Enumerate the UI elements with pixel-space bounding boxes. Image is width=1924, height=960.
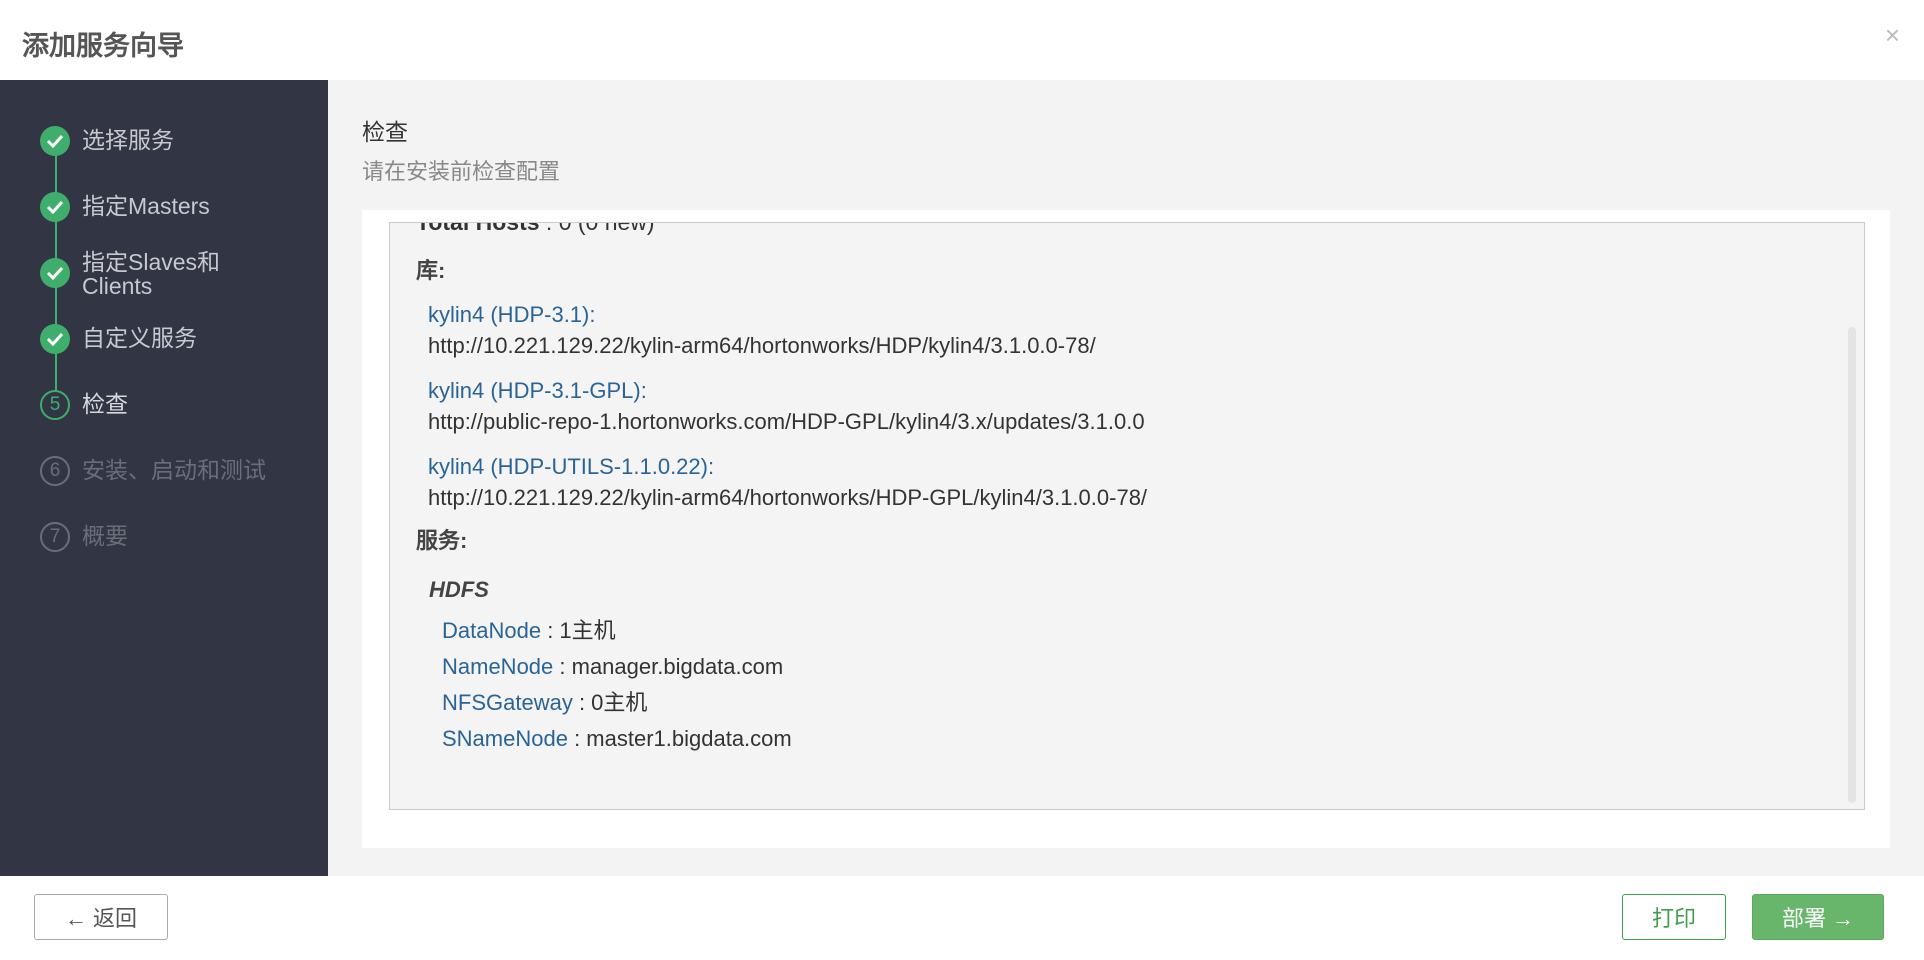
- review-main: 检查 请在安装前检查配置 Total Hosts : 0 (0 new) 库: …: [328, 80, 1924, 876]
- step-label: 检查: [82, 391, 128, 417]
- review-panel: Total Hosts : 0 (0 new) 库: kylin4 (HDP-3…: [362, 210, 1890, 848]
- wizard-title: 添加服务向导: [22, 31, 184, 61]
- repo-url: http://10.221.129.22/kylin-arm64/hortonw…: [428, 333, 1096, 358]
- review-scroll-area[interactable]: Total Hosts : 0 (0 new) 库: kylin4 (HDP-3…: [389, 222, 1865, 810]
- print-button[interactable]: 打印: [1622, 894, 1726, 940]
- wizard-header: 添加服务向导 ×: [0, 0, 1924, 80]
- step-label: 概要: [82, 523, 128, 549]
- check-icon: [40, 126, 70, 156]
- services-label: 服务:: [416, 528, 468, 553]
- component-value: : master1.bigdata.com: [567, 726, 792, 751]
- repo-item: kylin4 (HDP-3.1): http://10.221.129.22/k…: [428, 299, 1834, 361]
- check-icon: [40, 258, 70, 288]
- total-hosts-label: Total Hosts: [416, 222, 540, 235]
- total-hosts-value: : 0 (0 new): [539, 222, 655, 235]
- review-content: Total Hosts : 0 (0 new) 库: kylin4 (HDP-3…: [416, 222, 1834, 757]
- page-subtitle: 请在安装前检查配置: [362, 159, 561, 184]
- component-name: NFSGateway: [442, 690, 573, 715]
- step-label: 指定Slaves和Clients: [82, 249, 221, 299]
- wizard-footer: ← 返回 打印 部署 →: [0, 876, 1924, 960]
- component-row: SNameNode : master1.bigdata.com: [442, 721, 1834, 757]
- check-icon: [40, 324, 70, 354]
- repos-label: 库:: [416, 258, 446, 283]
- component-value: : 1主机: [541, 618, 616, 643]
- step-label: 自定义服务: [82, 325, 197, 351]
- step-label: 选择服务: [82, 127, 174, 153]
- repo-item: kylin4 (HDP-3.1-GPL): http://public-repo…: [428, 375, 1834, 437]
- step-number-badge: 5: [40, 390, 70, 420]
- service-name: HDFS: [429, 577, 489, 602]
- component-value: : manager.bigdata.com: [553, 654, 784, 679]
- close-icon[interactable]: ×: [1885, 22, 1900, 48]
- repo-item: kylin4 (HDP-UTILS-1.1.0.22): http://10.2…: [428, 451, 1834, 513]
- component-row: NameNode : manager.bigdata.com: [442, 649, 1834, 685]
- component-row: DataNode : 1主机: [442, 613, 1834, 649]
- component-name: DataNode: [442, 618, 542, 643]
- scrollbar[interactable]: [1848, 327, 1856, 803]
- repo-url: http://public-repo-1.hortonworks.com/HDP…: [428, 409, 1145, 434]
- component-list: DataNode : 1主机 NameNode : manager.bigdat…: [442, 613, 1834, 757]
- component-row: NFSGateway : 0主机: [442, 685, 1834, 721]
- component-name: SNameNode: [442, 726, 568, 751]
- repo-name: kylin4 (HDP-3.1-GPL):: [428, 378, 647, 403]
- component-name: NameNode: [442, 654, 554, 679]
- step-number-badge: 6: [40, 456, 70, 486]
- check-icon: [40, 192, 70, 222]
- repo-name: kylin4 (HDP-UTILS-1.1.0.22):: [428, 454, 715, 479]
- step-number-badge: 7: [40, 522, 70, 552]
- step-label: 指定Masters: [82, 193, 210, 219]
- total-hosts-row: Total Hosts : 0 (0 new): [416, 222, 1834, 239]
- repo-name: kylin4 (HDP-3.1):: [428, 302, 596, 327]
- deploy-button[interactable]: 部署 →: [1752, 894, 1884, 940]
- page-title: 检查: [362, 119, 408, 145]
- wizard-steps-sidebar: 选择服务 指定Masters 指定Slaves和Clients 自定义服务 5 …: [0, 80, 328, 876]
- component-value: : 0主机: [572, 690, 648, 715]
- step-label: 安装、启动和测试: [82, 457, 266, 483]
- back-button[interactable]: ← 返回: [34, 894, 168, 940]
- repo-url: http://10.221.129.22/kylin-arm64/hortonw…: [428, 485, 1148, 510]
